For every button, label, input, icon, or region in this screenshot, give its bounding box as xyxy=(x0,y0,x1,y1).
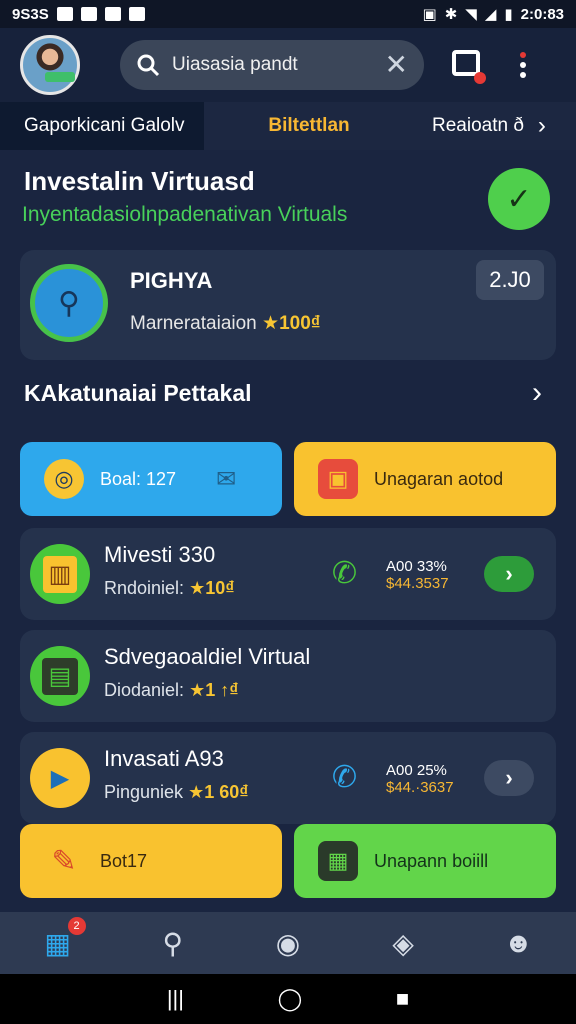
home-icon[interactable]: ◯ xyxy=(278,986,303,1012)
button-label: Boal: 127 xyxy=(100,468,177,489)
tab-gallery[interactable]: Gaporkicani Galolv xyxy=(0,102,204,150)
list-item-title: Invasati A93 xyxy=(104,746,224,771)
tab-reaction[interactable]: Reaioatn ð › xyxy=(414,102,576,150)
list-item-sub: Pinguniek ★1 60₫ xyxy=(104,782,249,803)
search-icon: ⚲ xyxy=(162,927,184,959)
list-item-title: Sdvegaoaldiel Virtual xyxy=(104,644,311,669)
store-icon: ▦ xyxy=(44,927,71,959)
notification-icon xyxy=(104,7,121,21)
goal-button[interactable]: ◎ Boal: 127 ✉ xyxy=(20,442,282,516)
mail-icon: ✉ xyxy=(216,465,237,493)
hook-icon: ⚲ xyxy=(30,264,108,342)
nav-badge: 2 xyxy=(67,917,86,935)
tab-active[interactable]: Biltettlan xyxy=(204,102,414,150)
chart-icon: ▥ xyxy=(30,544,90,604)
list-item-title: Mivesti 330 xyxy=(104,542,216,567)
list-item-sub-value: ★1 ↑₫ xyxy=(189,680,239,700)
list-item-sub-value: ★1 60₫ xyxy=(188,782,249,802)
close-icon[interactable]: ✕ xyxy=(385,51,408,79)
status-time-right: 2:0:83 xyxy=(520,5,564,23)
list-item[interactable]: ▤ Sdvegaoaldiel Virtual Diodaniel: ★1 ↑₫ xyxy=(20,630,556,722)
stat-primary: A00 33% xyxy=(386,558,447,575)
search-input[interactable]: Uiasasia pandt xyxy=(172,54,385,76)
tab-bar: Gaporkicani Galolv Biltettlan Reaioatn ð… xyxy=(0,102,576,150)
search-bar[interactable]: Uiasasia pandt ✕ xyxy=(120,40,424,90)
nav-tickets[interactable]: ◈ xyxy=(383,923,423,963)
nav-profile[interactable]: ☻ xyxy=(498,923,538,963)
program-button[interactable]: ▣ Unagaran aotod xyxy=(294,442,556,516)
search-icon xyxy=(137,54,160,77)
back-icon[interactable]: ■ xyxy=(396,986,409,1012)
user-icon: ☻ xyxy=(503,927,534,958)
list-item-sub: Rndoiniel: ★10₫ xyxy=(104,578,234,599)
section-heading[interactable]: KAkatunaiai Pettakal xyxy=(24,380,252,407)
status-bar: 9S3S ▣ ✱ ◥ ◢ ▮ 2:0:83 xyxy=(0,0,576,28)
stat-secondary: $44.3537 xyxy=(386,575,449,592)
stat-primary: A00 25% xyxy=(386,762,447,779)
nav-search[interactable]: ⚲ xyxy=(153,923,193,963)
list-item-sub-label: Diodaniel: xyxy=(104,680,185,700)
chevron-right-icon[interactable]: › xyxy=(484,556,534,592)
avatar-tag xyxy=(45,72,75,82)
list-item-stats: A00 33% $44.3537 xyxy=(386,558,449,592)
profile-card[interactable]: ⚲ PIGHYA Marnerataiaion ★100₫ 2.J0 xyxy=(20,250,556,360)
notification-button[interactable] xyxy=(452,50,486,84)
grid-icon: ▦ xyxy=(318,841,358,881)
signal-icon: ◢ xyxy=(484,6,497,23)
list-item[interactable]: ▶ Invasati A93 Pinguniek ★1 60₫ ✆ A00 25… xyxy=(20,732,556,824)
recents-icon[interactable]: ||| xyxy=(167,986,184,1012)
notification-icon xyxy=(80,7,97,21)
value-badge: 2.J0 xyxy=(476,260,544,300)
notification-icon xyxy=(128,7,145,21)
list-item[interactable]: ▥ Mivesti 330 Rndoiniel: ★10₫ ✆ A00 33% … xyxy=(20,528,556,620)
nav-center[interactable]: ◉ xyxy=(268,923,308,963)
button-label: Unapann boiill xyxy=(374,850,489,871)
list-item-sub-label: Rndoiniel: xyxy=(104,578,185,598)
calendar-icon: ▣ xyxy=(318,459,358,499)
tool-button[interactable]: ✎ Bot17 xyxy=(20,824,282,898)
tab-label: Reaioatn ð xyxy=(432,115,524,136)
more-menu-icon[interactable] xyxy=(520,52,526,78)
wifi-icon: ◥ xyxy=(465,6,477,23)
play-icon: ▶ xyxy=(30,748,90,808)
battery-icon: ▮ xyxy=(504,6,513,23)
bluetooth-icon: ✱ xyxy=(444,6,458,23)
lock-icon: ▣ xyxy=(422,6,437,23)
button-label: Unagaran aotod xyxy=(374,468,504,489)
list-item-stats: A00 25% $44.·3637 xyxy=(386,762,454,796)
notification-icon xyxy=(56,7,73,21)
phone-icon[interactable]: ✆ xyxy=(332,760,357,795)
tab-label: Gaporkicani Galolv xyxy=(24,115,185,136)
card-sub-value: ★100₫ xyxy=(262,313,321,334)
upload-button[interactable]: ▦ Unapann boiill xyxy=(294,824,556,898)
page-title: Investalin Virtuasd xyxy=(24,166,255,196)
system-nav: ||| ◯ ■ xyxy=(0,974,576,1024)
avatar[interactable] xyxy=(20,35,80,95)
record-icon: ◉ xyxy=(275,927,301,959)
list-item-sub-label: Pinguniek xyxy=(104,782,184,802)
chevron-right-icon[interactable]: › xyxy=(484,760,534,796)
stat-secondary: $44.·3637 xyxy=(386,779,454,796)
bottom-nav: ▦ 2 ⚲ ◉ ◈ ☻ xyxy=(0,912,576,974)
nav-home[interactable]: ▦ 2 xyxy=(38,917,86,963)
phone-icon[interactable]: ✆ xyxy=(332,556,357,591)
checkmark-icon[interactable]: ✓ xyxy=(488,168,550,230)
app-header: Uiasasia pandt ✕ xyxy=(0,28,576,102)
ticket-icon: ◈ xyxy=(392,927,414,959)
tab-label: Biltettlan xyxy=(268,115,350,136)
card-sub-label: Marnerataiaion xyxy=(130,313,257,334)
list-item-sub: Diodaniel: ★1 ↑₫ xyxy=(104,680,238,701)
notification-dot xyxy=(474,72,486,84)
chevron-right-icon[interactable]: › xyxy=(532,376,542,410)
card-title: PIGHYA xyxy=(130,268,213,293)
tablet-icon: ▤ xyxy=(30,646,90,706)
card-subtitle: Marnerataiaion ★100₫ xyxy=(130,312,321,335)
page-subtitle: Inyentadasiolnpadenativan Virtuals xyxy=(22,203,348,226)
list-item-sub-value: ★10₫ xyxy=(189,578,235,598)
button-label: Bot17 xyxy=(100,850,148,871)
chevron-right-icon: › xyxy=(537,112,546,139)
status-time-left: 9S3S xyxy=(12,5,49,23)
wrench-icon: ✎ xyxy=(51,844,77,878)
target-icon: ◎ xyxy=(44,459,84,499)
